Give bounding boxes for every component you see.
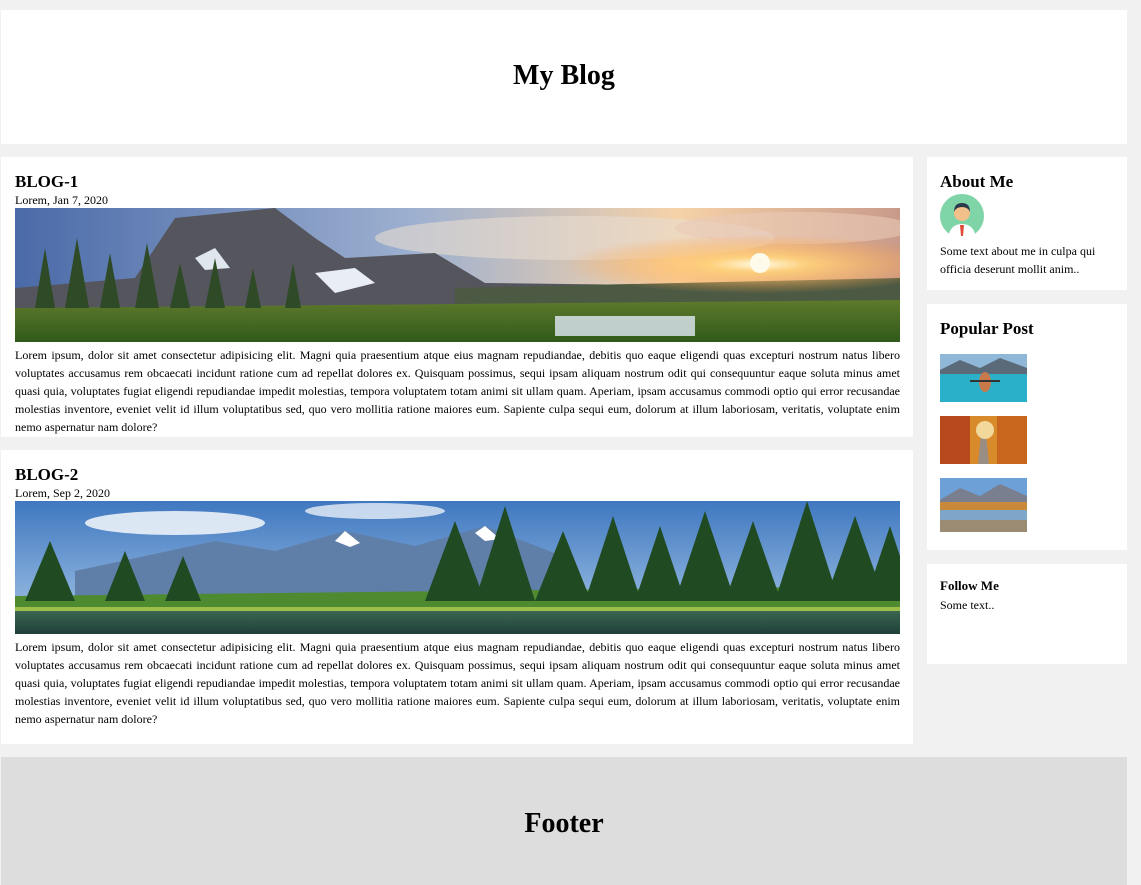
person-avatar-icon [940, 194, 984, 238]
post-date: Lorem, Sep 2, 2020 [15, 486, 110, 500]
popular-post-title: Popular Post [940, 319, 1034, 338]
popular-post-thumbnail-mountain-lake[interactable] [940, 478, 1027, 532]
site-title: My Blog [513, 60, 615, 91]
follow-me-card: Follow Me Some text.. [927, 564, 1127, 664]
blog-post-card: BLOG-1 Lorem, Jan 7, 2020 Lorem ipsum, d… [1, 157, 913, 437]
follow-me-title: Follow Me [940, 578, 999, 593]
post-image-forest-lake [15, 501, 900, 634]
popular-post-card: Popular Post [927, 304, 1127, 550]
footer-title: Footer [524, 808, 604, 839]
site-header: My Blog [1, 10, 1127, 144]
about-me-text: Some text about me in culpa qui officia … [940, 244, 1096, 276]
post-image-mountain-sunrise [15, 208, 900, 342]
about-me-card: About Me Some text about me in culpa qui… [927, 157, 1127, 290]
about-me-title: About Me [940, 172, 1014, 191]
popular-post-thumbnail-autumn-road[interactable] [940, 416, 1027, 464]
post-date: Lorem, Jan 7, 2020 [15, 193, 108, 207]
post-body: Lorem ipsum, dolor sit amet consectetur … [15, 640, 900, 726]
blog-post-card: BLOG-2 Lorem, Sep 2, 2020 Lorem ipsum, d… [1, 450, 913, 744]
popular-post-thumbnail-kayak[interactable] [940, 354, 1027, 402]
post-title[interactable]: BLOG-2 [15, 450, 900, 485]
post-body: Lorem ipsum, dolor sit amet consectetur … [15, 348, 900, 434]
follow-me-text: Some text.. [940, 598, 995, 612]
post-title[interactable]: BLOG-1 [15, 157, 900, 192]
site-footer: Footer [1, 757, 1127, 885]
